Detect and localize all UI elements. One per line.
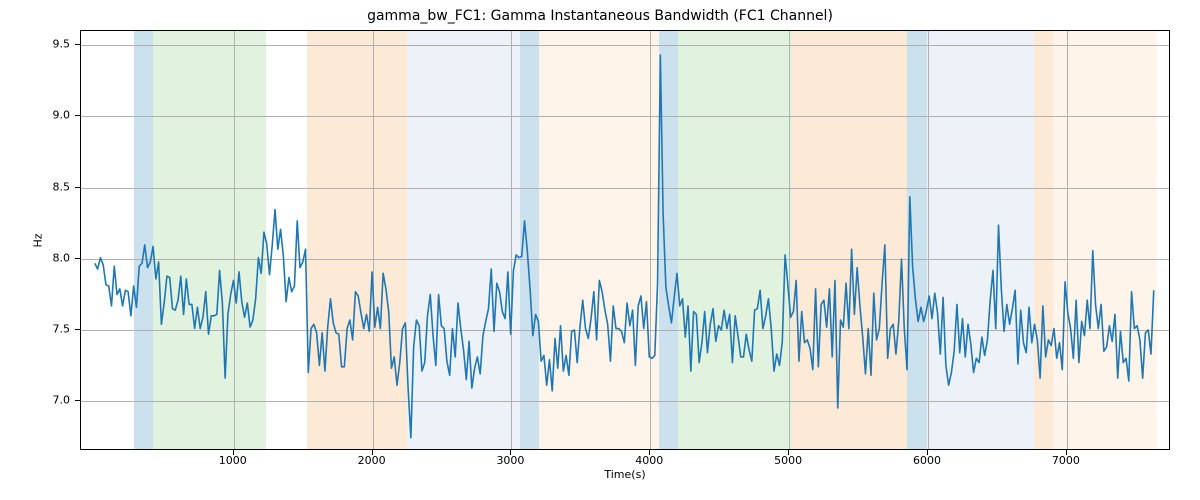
y-tick-label: 8.0 — [53, 251, 71, 264]
y-tick-label: 9.0 — [53, 109, 71, 122]
y-tick — [75, 329, 80, 330]
x-tick-label: 1000 — [219, 454, 247, 467]
y-tick-label: 9.5 — [53, 38, 71, 51]
x-tick-label: 7000 — [1052, 454, 1080, 467]
plot-area — [80, 30, 1170, 450]
x-tick-label: 3000 — [496, 454, 524, 467]
plot-title: gamma_bw_FC1: Gamma Instantaneous Bandwi… — [0, 8, 1200, 24]
y-tick — [75, 115, 80, 116]
x-tick-label: 6000 — [913, 454, 941, 467]
y-tick — [75, 187, 80, 188]
axes: Time(s) Hz 10002000300040005000600070007… — [80, 30, 1170, 450]
x-tick-label: 2000 — [358, 454, 386, 467]
y-tick — [75, 258, 80, 259]
x-axis-label: Time(s) — [80, 468, 1170, 481]
y-axis-label: Hz — [28, 30, 48, 450]
y-tick — [75, 44, 80, 45]
y-tick — [75, 400, 80, 401]
line-layer — [81, 31, 1169, 449]
y-tick-label: 7.0 — [53, 394, 71, 407]
x-tick-label: 5000 — [774, 454, 802, 467]
y-tick-label: 8.5 — [53, 180, 71, 193]
y-tick-label: 7.5 — [53, 322, 71, 335]
x-tick-label: 4000 — [635, 454, 663, 467]
figure: gamma_bw_FC1: Gamma Instantaneous Bandwi… — [0, 0, 1200, 500]
series-line — [95, 55, 1154, 438]
